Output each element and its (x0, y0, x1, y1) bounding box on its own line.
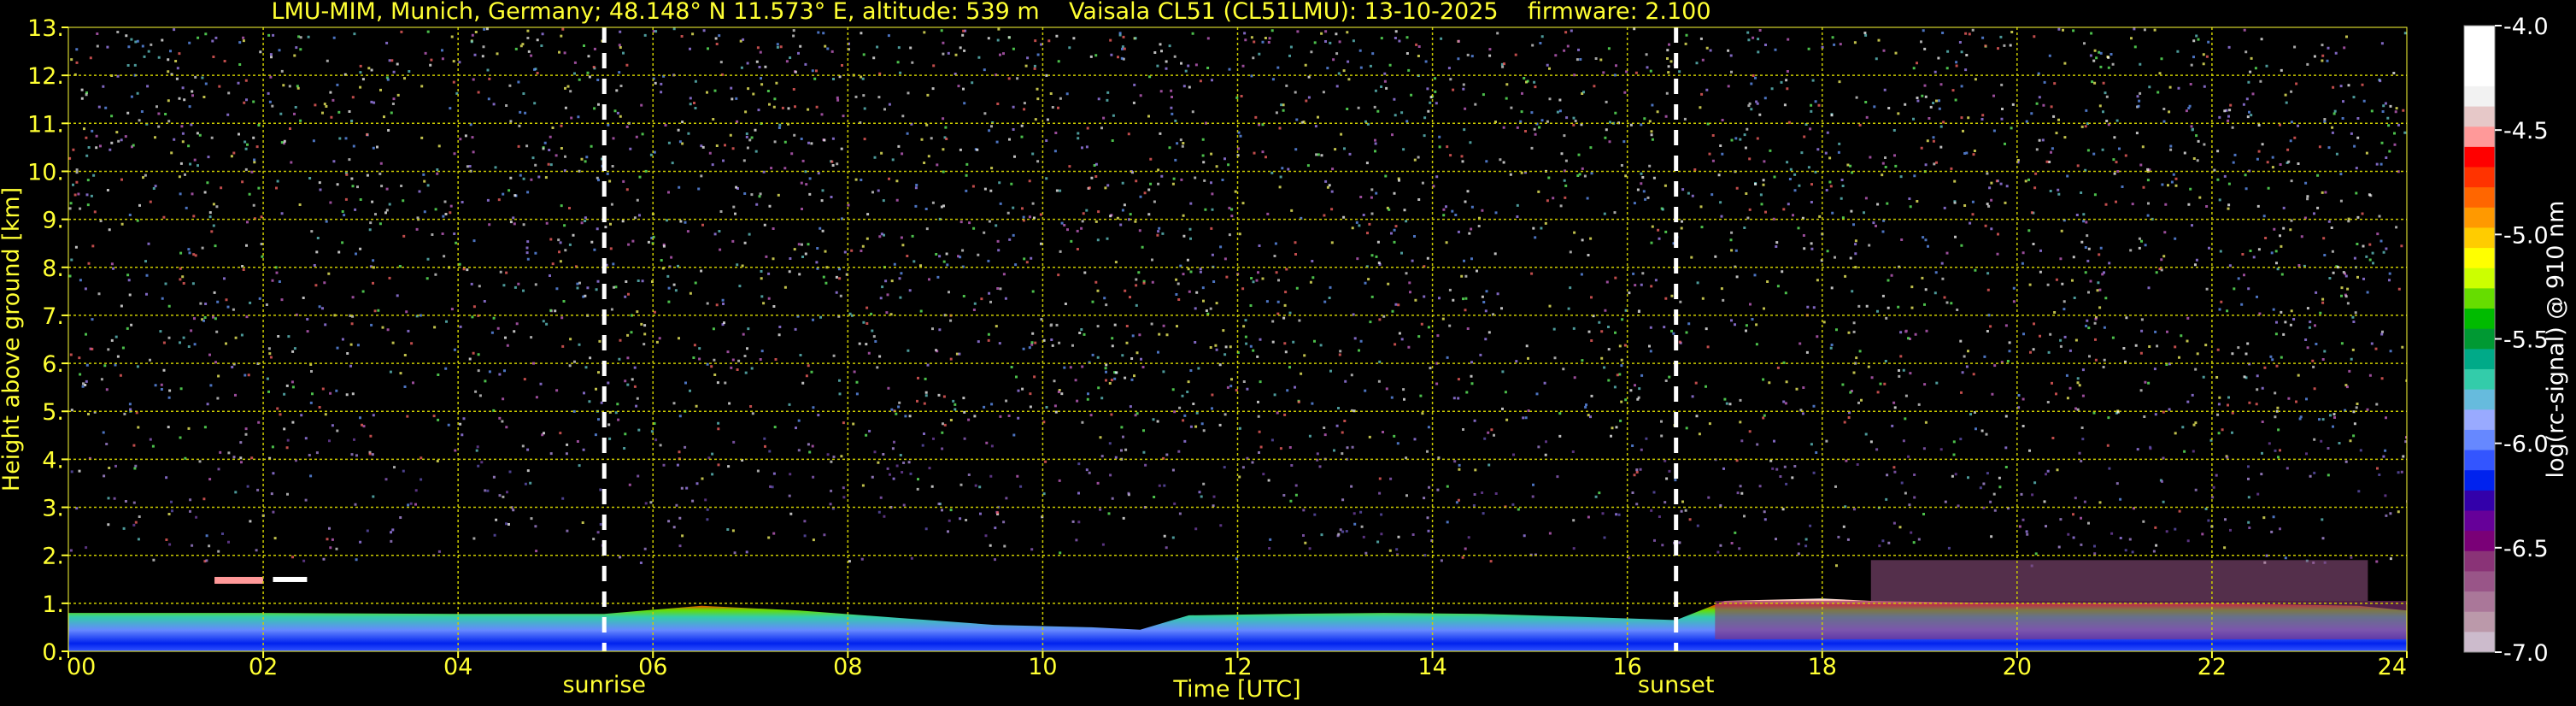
cloud-fragment (214, 576, 264, 584)
y-tick-label: 1. (42, 591, 64, 618)
x-tick-label: 24 (2378, 654, 2407, 680)
y-axis-label: Height above ground [km] (0, 187, 25, 491)
y-tick-label: 11. (27, 111, 64, 138)
y-tick-label: 13. (27, 15, 64, 42)
colorbar-segment (2464, 248, 2495, 269)
marker-label-sunset: sunset (1638, 672, 1715, 698)
colorbar-segment (2464, 167, 2495, 188)
colorbar-segment (2464, 510, 2495, 532)
x-axis-label: Time [UTC] (1172, 676, 1300, 703)
colorbar-segment (2464, 389, 2495, 410)
colorbar-segment (2464, 268, 2495, 289)
y-tick-label: 8. (42, 256, 64, 282)
colorbar-segment (2464, 66, 2495, 87)
colorbar-segment (2464, 85, 2495, 108)
y-tick-label: 7. (42, 303, 64, 330)
y-tick-label: 3. (42, 496, 64, 522)
colorbar-segment (2464, 45, 2495, 67)
x-tick-label: 16 (1612, 654, 1641, 680)
colorbar-segment (2464, 490, 2495, 511)
x-tick-label: 20 (2003, 654, 2032, 680)
colorbar-tick-label: -6.5 (2503, 536, 2549, 562)
evening-layer (1715, 601, 2407, 639)
colorbar-segment (2464, 531, 2495, 552)
y-tick-label: 10. (27, 159, 64, 185)
x-tick-label: 04 (443, 654, 472, 680)
chart-title: LMU-MIM, Munich, Germany; 48.148° N 11.5… (271, 0, 1710, 25)
x-tick-label: 10 (1028, 654, 1057, 680)
x-tick-label: 06 (638, 654, 667, 680)
ceilometer-figure: LMU-MIM, Munich, Germany; 48.148° N 11.5… (0, 0, 2576, 706)
colorbar-tick-label: -5.5 (2503, 327, 2549, 354)
x-tick-label: 14 (1417, 654, 1446, 680)
colorbar-segment (2464, 368, 2495, 391)
colorbar-label: log(rc-signal) @ 910 nm (2543, 201, 2569, 479)
colorbar-segment (2464, 632, 2495, 653)
colorbar-segment (2464, 187, 2495, 209)
y-tick-label: 0. (42, 639, 64, 666)
x-tick-label: 22 (2198, 654, 2227, 680)
colorbar-segment (2464, 227, 2495, 249)
colorbar-segment (2464, 146, 2495, 168)
colorbar-segment (2464, 309, 2495, 330)
colorbar-segment (2464, 470, 2495, 491)
colorbar-segment (2464, 106, 2495, 127)
x-tick-label: 08 (833, 654, 862, 680)
colorbar-segment (2464, 550, 2495, 572)
colorbar-tick-label: -5.0 (2503, 222, 2549, 249)
colorbar-segment (2464, 429, 2495, 451)
y-tick-label: 4. (42, 447, 64, 474)
colorbar-tick-label: -6.0 (2503, 432, 2549, 458)
colorbar-tick-label: -4.0 (2503, 14, 2549, 40)
colorbar-segment (2464, 571, 2495, 592)
plot-area (68, 27, 2407, 651)
cloud-fragment (273, 576, 308, 582)
colorbar-segment (2464, 288, 2495, 309)
colorbar-segment (2464, 591, 2495, 613)
colorbar (2463, 25, 2496, 653)
y-tick-label: 6. (42, 351, 64, 378)
colorbar-tick-label: -4.5 (2503, 118, 2549, 144)
colorbar-segment (2464, 26, 2495, 47)
y-tick-label: 5. (42, 399, 64, 426)
marker-label-sunrise: sunrise (562, 672, 646, 698)
colorbar-segment (2464, 207, 2495, 228)
y-tick-label: 12. (27, 63, 64, 90)
colorbar-segment (2464, 450, 2495, 471)
colorbar-tick-label: -7.0 (2503, 640, 2549, 667)
colorbar-segment (2464, 328, 2495, 350)
x-tick-label: 18 (1808, 654, 1837, 680)
colorbar-segment (2464, 611, 2495, 632)
colorbar-segment (2464, 126, 2495, 148)
y-tick-label: 9. (42, 208, 64, 234)
colorbar-segment (2464, 349, 2495, 370)
colorbar-segment (2464, 409, 2495, 431)
y-tick-label: 2. (42, 544, 64, 570)
x-tick-label: 02 (249, 654, 278, 680)
x-tick-label: 00 (67, 654, 96, 680)
residual-layer (1870, 560, 2368, 602)
